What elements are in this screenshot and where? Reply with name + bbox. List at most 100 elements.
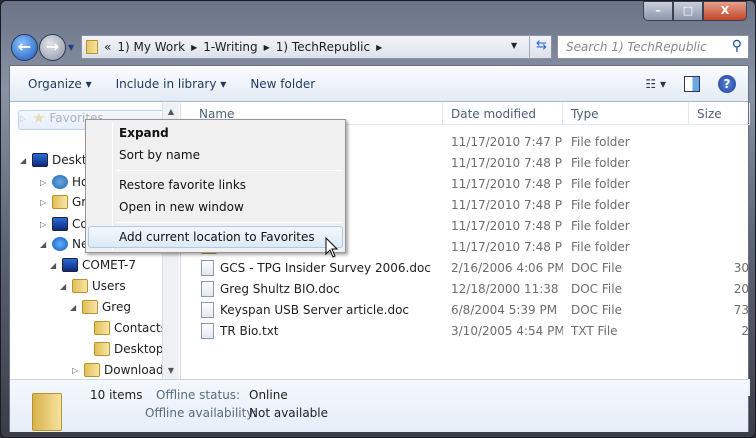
file-type: File folder: [571, 218, 630, 233]
folder-icon: [82, 300, 98, 314]
recent-pages-dropdown-icon[interactable]: ▼: [68, 43, 74, 52]
file-size: 73: [733, 302, 749, 317]
file-date: 11/17/2010 7:48 PM: [451, 197, 563, 212]
scroll-up-icon[interactable]: ▲: [163, 107, 179, 116]
menu-separator: [116, 222, 342, 223]
scroll-down-icon[interactable]: ▼: [163, 366, 179, 375]
document-icon: [201, 259, 214, 276]
file-size: 2: [741, 323, 749, 338]
close-button[interactable]: X: [703, 1, 747, 21]
nav-item-comet-7[interactable]: ◢ COMET-7: [50, 255, 136, 275]
file-type: File folder: [571, 176, 630, 191]
maximize-button[interactable]: □: [673, 1, 703, 21]
expand-toggle-icon[interactable]: ◢: [60, 282, 72, 291]
expand-toggle-icon[interactable]: ▷: [40, 198, 52, 207]
computer-icon: [32, 153, 48, 167]
new-folder-button[interactable]: New folder: [250, 77, 315, 91]
item-count: 10 items: [90, 388, 143, 402]
expand-toggle-icon[interactable]: ◢: [50, 261, 62, 270]
nav-item-downloads[interactable]: ▷ Downloads: [72, 360, 170, 379]
network-icon: [52, 237, 68, 251]
file-row[interactable]: Greg Shultz BIO.doc 12/18/2000 11:38 ... D…: [181, 278, 750, 299]
views-button[interactable]: ☷ ▾: [645, 77, 666, 91]
folder-icon: [94, 321, 110, 335]
chevron-right-icon[interactable]: ▶: [191, 43, 197, 52]
back-button[interactable]: ←: [11, 34, 38, 61]
menu-item-sort-by-name[interactable]: Sort by name: [88, 144, 343, 166]
column-size[interactable]: Size: [689, 103, 750, 124]
file-name: Keyspan USB Server article.doc: [220, 302, 410, 317]
nav-item-label: Greg: [102, 300, 131, 314]
include-in-library-button[interactable]: Include in library ▾: [116, 77, 227, 91]
menu-separator: [116, 170, 342, 171]
file-name-cell: Greg Shultz BIO.doc: [181, 280, 443, 297]
expand-toggle-icon[interactable]: ◢: [20, 156, 32, 165]
nav-item-contacts[interactable]: Contacts: [82, 318, 167, 338]
file-row[interactable]: Keyspan USB Server article.doc 6/8/2004 5…: [181, 299, 750, 320]
expand-toggle-icon[interactable]: ◢: [70, 303, 82, 312]
nav-item-users[interactable]: ◢ Users: [60, 276, 126, 296]
file-type: File folder: [571, 239, 630, 254]
menu-item-restore-favorite-links[interactable]: Restore favorite links: [88, 174, 343, 196]
minimize-button[interactable]: –: [643, 1, 673, 21]
computer-icon: [52, 217, 68, 231]
file-name: TR Bio.txt: [220, 323, 279, 338]
file-name-cell: TR Bio.txt: [181, 322, 443, 339]
file-date: 2/16/2006 4:06 PM: [451, 260, 563, 275]
expand-toggle-icon[interactable]: ▷: [72, 366, 84, 375]
menu-item-expand[interactable]: Expand: [88, 122, 343, 144]
search-input[interactable]: Search 1) TechRepublic ⚲: [557, 35, 749, 59]
nav-item-desktop[interactable]: Desktop: [82, 339, 164, 359]
help-icon[interactable]: ?: [718, 75, 736, 93]
breadcrumb-overflow[interactable]: «: [104, 40, 111, 54]
file-date: 11/17/2010 7:48 PM: [451, 155, 563, 170]
expand-toggle-icon[interactable]: ▷: [40, 220, 52, 229]
file-row[interactable]: GCS - TPG Insider Survey 2006.doc 2/16/20…: [181, 257, 750, 278]
nav-item-label: Contacts: [114, 321, 167, 335]
breadcrumb-my-work[interactable]: 1) My Work: [117, 40, 185, 54]
document-icon: [201, 322, 214, 339]
organize-button[interactable]: Organize ▾: [28, 77, 92, 91]
document-icon: [201, 280, 214, 297]
explorer-window: – □ X ← → ▼ « 1) My Work ▶ 1-Writing ▶ 1) …: [0, 0, 756, 438]
computer-icon: [62, 258, 78, 272]
context-menu: Expand Sort by name Restore favorite lin…: [85, 119, 346, 253]
file-name-cell: GCS - TPG Insider Survey 2006.doc: [181, 259, 443, 276]
folder-icon: [32, 393, 62, 431]
file-row[interactable]: TR Bio.txt 3/10/2005 4:54 PM TXT File 2: [181, 320, 750, 341]
file-name-cell: Keyspan USB Server article.doc: [181, 301, 443, 318]
breadcrumb-techrepublic[interactable]: 1) TechRepublic: [276, 40, 370, 54]
folder-icon: [94, 342, 110, 356]
folder-icon: [84, 363, 100, 377]
nav-item-label: Users: [92, 279, 126, 293]
file-date: 11/17/2010 7:47 PM: [451, 134, 563, 149]
nav-item-greg[interactable]: ◢ Greg: [70, 297, 131, 317]
search-placeholder: Search 1) TechRepublic: [566, 40, 707, 54]
column-type[interactable]: Type: [563, 103, 689, 124]
expand-toggle-icon[interactable]: ▷: [40, 178, 52, 187]
file-name: GCS - TPG Insider Survey 2006.doc: [220, 260, 431, 275]
menu-item-open-in-new-window[interactable]: Open in new window: [88, 196, 343, 218]
menu-item-add-current-location-to-favorites[interactable]: Add current location to Favorites: [88, 226, 343, 248]
address-dropdown-icon[interactable]: ▼: [511, 41, 517, 50]
refresh-icon[interactable]: ⇆: [529, 35, 553, 59]
mouse-cursor-icon: [325, 237, 339, 258]
chevron-right-icon[interactable]: ▶: [264, 43, 270, 52]
address-bar[interactable]: « 1) My Work ▶ 1-Writing ▶ 1) TechRepublic…: [81, 35, 552, 59]
file-type: DOC File: [571, 260, 622, 275]
expand-toggle-icon[interactable]: ◢: [40, 240, 52, 249]
column-date-modified[interactable]: Date modified: [443, 103, 563, 124]
command-bar: Organize ▾ Include in library ▾ New fold…: [10, 66, 748, 102]
file-date: 11/17/2010 7:48 PM: [451, 239, 563, 254]
folder-icon: [86, 40, 98, 54]
forward-button[interactable]: →: [39, 34, 66, 61]
nav-item-label: Desktop: [114, 342, 164, 356]
offline-availability-value: Not available: [249, 406, 329, 420]
folder-icon: [52, 195, 68, 209]
file-size: 30: [733, 260, 749, 275]
chevron-right-icon[interactable]: ▶: [376, 43, 382, 52]
search-icon[interactable]: ⚲: [732, 38, 742, 54]
file-date: 12/18/2000 11:38 ...: [451, 281, 563, 296]
breadcrumb-writing[interactable]: 1-Writing: [203, 40, 257, 54]
preview-pane-icon[interactable]: [684, 76, 700, 92]
